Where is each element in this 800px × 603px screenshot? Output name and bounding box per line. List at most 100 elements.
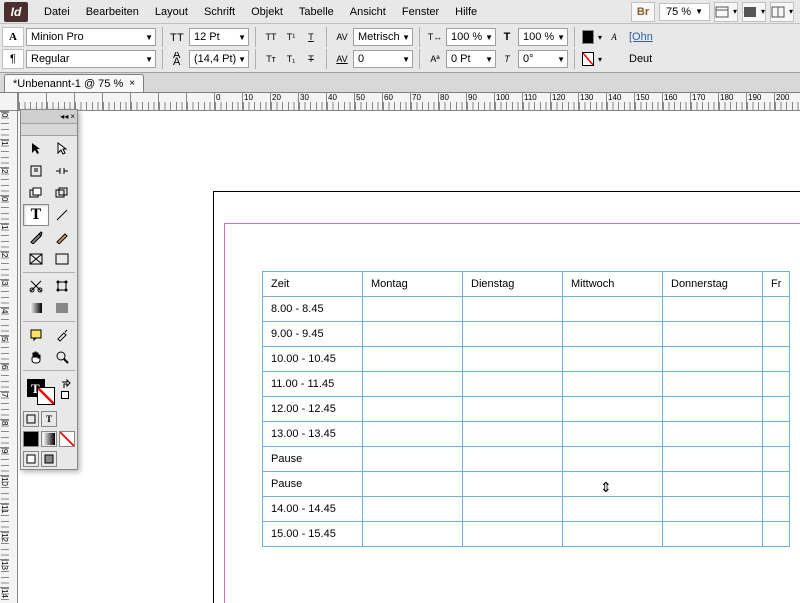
hand-tool[interactable]	[23, 346, 49, 368]
apply-gradient-icon[interactable]	[41, 431, 57, 447]
smallcaps-icon[interactable]: Tᴛ	[262, 50, 280, 68]
table-row[interactable]: Pause	[263, 472, 790, 497]
eyedropper-tool[interactable]	[49, 324, 75, 346]
table-header-cell[interactable]: Mittwoch	[563, 272, 663, 297]
paragraph-mode-icon[interactable]: ¶	[2, 49, 24, 69]
svg-text:A: A	[173, 52, 181, 61]
tools-panel-tab[interactable]	[21, 124, 77, 136]
bridge-button[interactable]: Br	[631, 2, 655, 22]
apply-none-icon[interactable]	[59, 431, 75, 447]
menu-schrift[interactable]: Schrift	[196, 2, 243, 22]
pencil-tool[interactable]	[49, 226, 75, 248]
document-tab[interactable]: *Unbenannt-1 @ 75 % ×	[4, 74, 144, 92]
menu-fenster[interactable]: Fenster	[394, 2, 447, 22]
menu-datei[interactable]: Datei	[36, 2, 78, 22]
tab-close-button[interactable]: ×	[129, 78, 135, 89]
zoom-tool[interactable]	[49, 346, 75, 368]
table-row[interactable]: 12.00 - 12.45	[263, 397, 790, 422]
tools-panel-header[interactable]: ◂◂ ×	[21, 110, 77, 124]
schedule-table[interactable]: ZeitMontagDienstagMittwochDonnerstagFr8.…	[262, 271, 790, 547]
scissors-tool[interactable]	[23, 275, 49, 297]
collapse-icon[interactable]: ◂◂	[60, 112, 68, 121]
strikethrough-icon[interactable]: T	[302, 50, 320, 68]
underline-icon[interactable]: T	[302, 28, 320, 46]
direct-selection-tool[interactable]	[49, 138, 75, 160]
gap-tool[interactable]	[49, 160, 75, 182]
table-row[interactable]: 11.00 - 11.45	[263, 372, 790, 397]
superscript-icon[interactable]: T¹	[282, 28, 300, 46]
normal-view-icon[interactable]	[23, 451, 39, 467]
stroke-swatch[interactable]	[37, 387, 55, 405]
font-style-dropdown[interactable]: Regular▼	[26, 50, 156, 68]
gradient-feather-tool[interactable]	[49, 297, 75, 319]
default-fill-stroke-icon[interactable]	[61, 391, 69, 399]
table-row[interactable]: 9.00 - 9.45	[263, 322, 790, 347]
allcaps-icon[interactable]: TT	[262, 28, 280, 46]
table-header-cell[interactable]: Montag	[363, 272, 463, 297]
apply-color-icon[interactable]	[23, 431, 39, 447]
zoom-dropdown[interactable]: 75 %▼	[659, 3, 710, 21]
content-collector-tool[interactable]	[23, 182, 49, 204]
table-row[interactable]: 15.00 - 15.45	[263, 522, 790, 547]
rectangle-frame-tool[interactable]	[23, 248, 49, 270]
table-header-cell[interactable]: Dienstag	[463, 272, 563, 297]
formatting-container-icon[interactable]	[23, 411, 39, 427]
character-mode-icon[interactable]: A	[2, 27, 24, 47]
menu-tabelle[interactable]: Tabelle	[291, 2, 342, 22]
document-tab-bar: *Unbenannt-1 @ 75 % ×	[0, 73, 800, 93]
stroke-swatch-icon[interactable]: ▾	[581, 49, 603, 69]
horizontal-ruler[interactable]: 0102030405060708090100110120130140150160…	[18, 93, 800, 111]
type-tool[interactable]: T	[23, 204, 49, 226]
canvas[interactable]: ZeitMontagDienstagMittwochDonnerstagFr8.…	[18, 111, 800, 603]
note-tool[interactable]	[23, 324, 49, 346]
table-row[interactable]: 8.00 - 8.45	[263, 297, 790, 322]
table-row[interactable]: 14.00 - 14.45	[263, 497, 790, 522]
table-header-cell[interactable]: Zeit	[263, 272, 363, 297]
subscript-icon[interactable]: T₁	[282, 50, 300, 68]
skew-dropdown[interactable]: 0°▼	[518, 50, 568, 68]
table-row[interactable]: Pause	[263, 447, 790, 472]
pen-tool[interactable]	[23, 226, 49, 248]
fill-swatch-icon[interactable]: ▾	[581, 27, 603, 47]
selection-tool[interactable]	[23, 138, 49, 160]
screen-mode-icon[interactable]: ▾	[742, 2, 766, 22]
table-row[interactable]: 10.00 - 10.45	[263, 347, 790, 372]
page-tool[interactable]	[23, 160, 49, 182]
workspace: 0102030405060708090100110120130140150160…	[0, 93, 800, 603]
free-transform-tool[interactable]	[49, 275, 75, 297]
font-family-dropdown[interactable]: Minion Pro▼	[26, 28, 156, 46]
menu-hilfe[interactable]: Hilfe	[447, 2, 485, 22]
tracking-dropdown[interactable]: 0▼	[353, 50, 413, 68]
gradient-swatch-tool[interactable]	[23, 297, 49, 319]
kerning-icon: A͏V	[333, 28, 351, 46]
arrange-icon[interactable]: ▾	[770, 2, 794, 22]
preview-view-icon[interactable]	[41, 451, 57, 467]
rectangle-tool[interactable]	[49, 248, 75, 270]
menu-objekt[interactable]: Objekt	[243, 2, 291, 22]
formatting-text-icon[interactable]: T	[41, 411, 57, 427]
fill-stroke-swatches[interactable]: T	[21, 375, 77, 409]
language-label: Deut	[625, 53, 656, 65]
view-options-icon[interactable]: ▾	[714, 2, 738, 22]
table-header-cell[interactable]: Donnerstag	[663, 272, 763, 297]
table-header-cell[interactable]: Fr	[763, 272, 790, 297]
ruler-origin[interactable]	[0, 93, 18, 111]
leading-dropdown[interactable]: (14,4 Pt)▼	[189, 50, 249, 68]
panel-close-icon[interactable]: ×	[70, 112, 75, 121]
menu-ansicht[interactable]: Ansicht	[342, 2, 394, 22]
baseline-dropdown[interactable]: 0 Pt▼	[446, 50, 496, 68]
table-row[interactable]: 13.00 - 13.45	[263, 422, 790, 447]
line-tool[interactable]	[49, 204, 75, 226]
vertical-ruler[interactable]: 01201234567891011121314	[0, 111, 18, 603]
skew-icon: T	[498, 50, 516, 68]
swap-fill-stroke-icon[interactable]	[61, 379, 71, 389]
menu-bearbeiten[interactable]: Bearbeiten	[78, 2, 147, 22]
menu-layout[interactable]: Layout	[147, 2, 196, 22]
charstyle-icon: A	[605, 28, 623, 46]
hscale2-dropdown[interactable]: 100 %▼	[518, 28, 568, 46]
kerning-dropdown[interactable]: Metrisch▼	[353, 28, 413, 46]
content-placer-tool[interactable]	[49, 182, 75, 204]
hscale-dropdown[interactable]: 100 %▼	[446, 28, 496, 46]
charstyle-link[interactable]: [Ohn	[625, 31, 657, 43]
font-size-dropdown[interactable]: 12 Pt▼	[189, 28, 249, 46]
